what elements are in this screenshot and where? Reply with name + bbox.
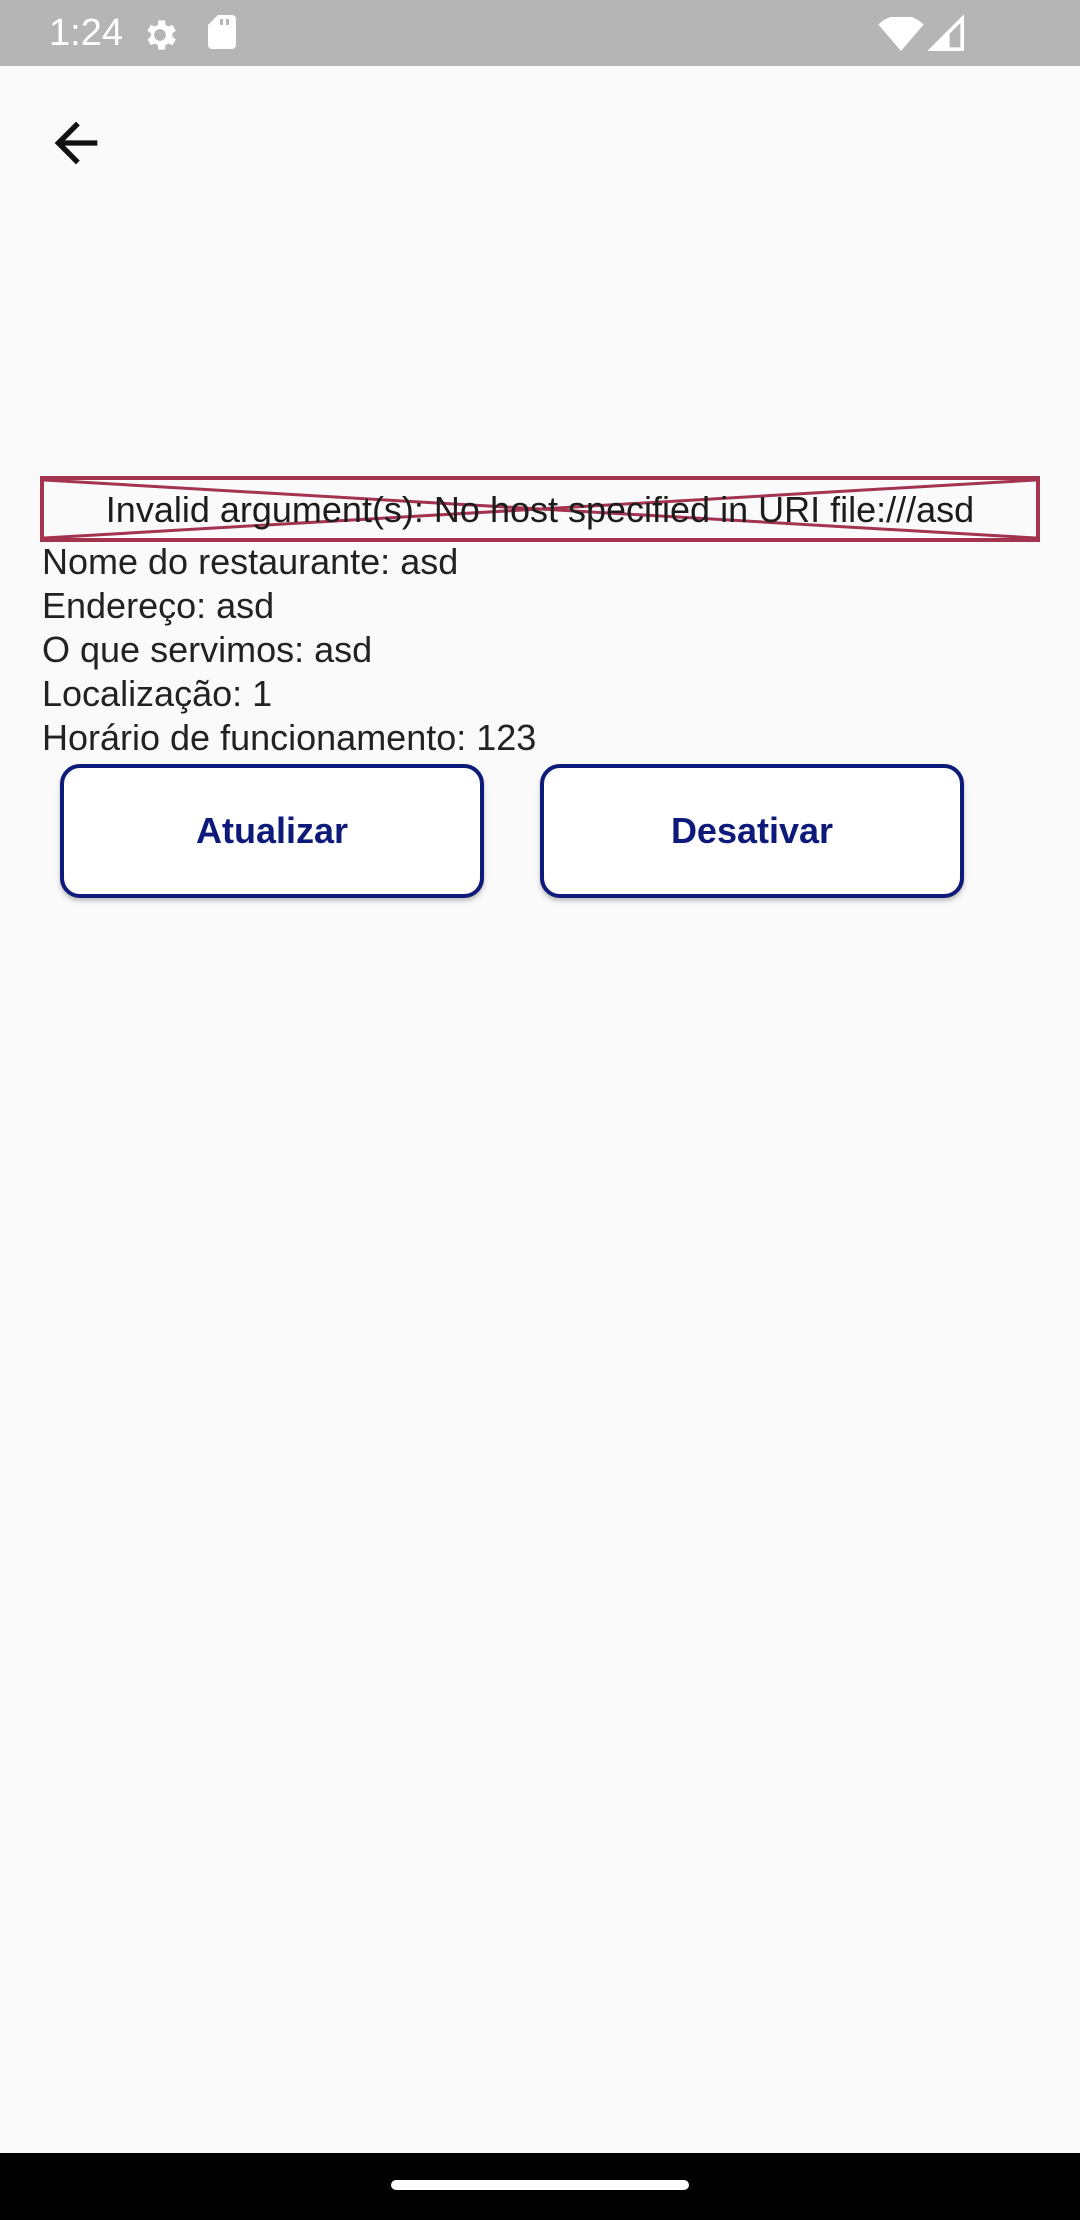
restaurant-details: Nome do restaurante: asd Endereço: asd O… [42, 540, 1042, 760]
image-error-message: Invalid argument(s): No host specified i… [105, 489, 975, 530]
image-error-placeholder: Invalid argument(s): No host specified i… [40, 476, 1040, 542]
restaurant-serves: O que servimos: asd [42, 629, 373, 670]
status-time: 1:24 [49, 12, 123, 54]
restaurant-address: Endereço: asd [42, 585, 275, 626]
update-button-label: Atualizar [195, 810, 349, 851]
gear-icon [147, 20, 176, 50]
navigation-bar [0, 2153, 1080, 2220]
home-gesture-handle[interactable] [391, 2180, 689, 2190]
status-bar: 1:24 [0, 0, 1080, 66]
restaurant-name: Nome do restaurante: asd [42, 541, 459, 582]
restaurant-location: Localização: 1 [42, 673, 273, 714]
arrow-back-icon [54, 121, 98, 165]
deactivate-button-label: Desativar [670, 810, 834, 851]
back-button[interactable] [28, 98, 124, 188]
signal-icon [928, 15, 964, 51]
restaurant-hours: Horário de funcionamento: 123 [42, 717, 537, 758]
update-button[interactable]: Atualizar [60, 764, 484, 898]
wifi-icon [878, 17, 924, 51]
deactivate-button[interactable]: Desativar [540, 764, 964, 898]
sd-card-icon [208, 15, 236, 49]
